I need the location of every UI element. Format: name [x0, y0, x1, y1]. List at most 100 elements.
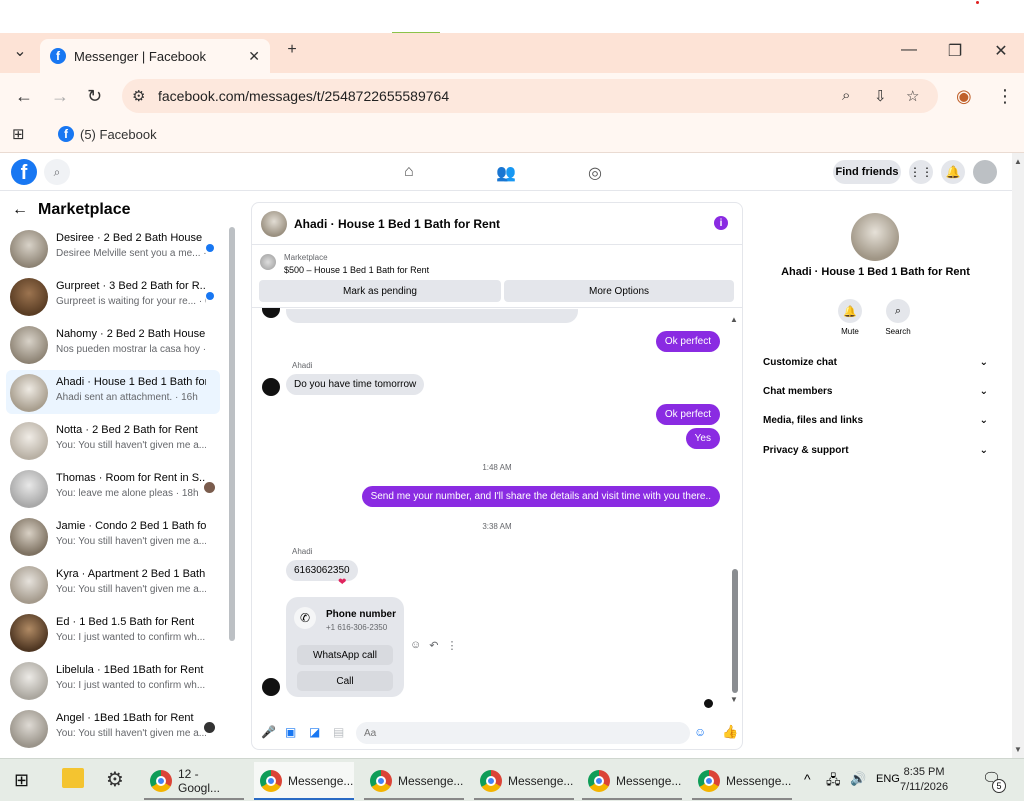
maximize-icon[interactable]: ❐: [940, 41, 970, 61]
avatar: [10, 422, 48, 460]
new-tab-icon[interactable]: +: [277, 41, 307, 59]
message-bubble-incoming[interactable]: Do you have time tomorrow: [286, 374, 425, 395]
conversation-item[interactable]: Kyra · Apartment 2 Bed 1 Bath f... You: …: [6, 562, 220, 606]
menu-grid-icon[interactable]: ⋮⋮: [909, 160, 933, 184]
network-icon[interactable]: 🖧: [826, 771, 841, 793]
notifications-bell-icon[interactable]: 🔔: [941, 160, 965, 184]
conversation-item[interactable]: Thomas · Room for Rent in S... You: leav…: [6, 466, 220, 510]
scroll-down-icon[interactable]: ▼: [730, 695, 738, 704]
search-button[interactable]: ⌕ Search: [878, 299, 918, 336]
friends-icon[interactable]: 👥: [496, 163, 516, 183]
omnibox[interactable]: ⚙ facebook.com/messages/t/25487226555897…: [122, 79, 938, 113]
avatar[interactable]: [261, 211, 287, 237]
taskbar-chrome-messenger[interactable]: Messenge...: [364, 762, 464, 800]
message-bubble-outgoing[interactable]: Yes: [685, 428, 720, 449]
forward-icon[interactable]: →: [51, 86, 69, 107]
chat-scrollbar[interactable]: [732, 569, 738, 693]
browser-tab[interactable]: f Messenger | Facebook ✕: [40, 39, 270, 73]
conversation-item[interactable]: Angel · 1Bed 1Bath for Rent You: You sti…: [6, 706, 220, 750]
taskbar-chrome-messenger-active[interactable]: Messenge...: [254, 762, 354, 800]
running-indicator: [692, 798, 792, 800]
emoji-icon[interactable]: ☺: [694, 725, 706, 739]
apps-grid-icon[interactable]: ⊞: [12, 125, 25, 143]
conversation-item-selected[interactable]: Ahadi · House 1 Bed 1 Bath for ... Ahadi…: [6, 370, 220, 414]
scroll-up-icon[interactable]: ▲: [1014, 157, 1022, 166]
reload-icon[interactable]: ↻: [87, 86, 102, 107]
back-icon[interactable]: ←: [15, 86, 33, 107]
conversation-item[interactable]: Notta · 2 Bed 2 Bath for Rent You: You s…: [6, 418, 220, 462]
message-bubble-outgoing[interactable]: Ok perfect: [655, 404, 720, 425]
mute-button[interactable]: 🔔 Mute: [830, 299, 870, 336]
volume-icon[interactable]: 🔊: [850, 771, 866, 787]
react-emoji-icon[interactable]: ☺: [410, 639, 421, 652]
message-bubble-outgoing[interactable]: Send me your number, and I'll share the …: [361, 486, 720, 507]
menu-dots-icon[interactable]: ⋮: [996, 86, 1014, 107]
conversation-item[interactable]: Ed · 1 Bed 1.5 Bath for Rent You: I just…: [6, 610, 220, 654]
taskbar-chrome-messenger[interactable]: Messenge...: [474, 762, 574, 800]
bookmark-facebook[interactable]: f (5) Facebook: [58, 126, 157, 142]
call-button[interactable]: Call: [297, 671, 393, 691]
taskbar-chrome-messenger[interactable]: Messenge...: [692, 762, 792, 800]
info-icon[interactable]: i: [714, 216, 728, 230]
windows-taskbar: ⊞ ⚙ 12 - Googl... Messenge... Messenge..…: [0, 758, 1024, 801]
page-scrollbar[interactable]: ▲ ▼: [1012, 153, 1024, 758]
zoom-icon[interactable]: ⌕: [842, 87, 850, 104]
windows-start-icon[interactable]: ⊞: [14, 770, 29, 791]
search-icon[interactable]: ⌕: [44, 159, 70, 185]
more-icon[interactable]: ⋮: [446, 639, 457, 652]
conversation-item[interactable]: Desiree · 2 Bed 2 Bath House ... Desiree…: [6, 226, 220, 270]
timestamp: 1:48 AM: [482, 463, 512, 472]
reply-icon[interactable]: ↶: [429, 639, 438, 652]
taskbar-chrome-google[interactable]: 12 - Googl...: [144, 762, 244, 800]
profile-icon[interactable]: ◉: [956, 86, 972, 107]
close-tab-icon[interactable]: ✕: [248, 48, 260, 65]
taskbar-chrome-messenger[interactable]: Messenge...: [582, 762, 682, 800]
conversation-name: Gurpreet · 3 Bed 2 Bath for R...: [56, 280, 206, 292]
avatar[interactable]: [851, 213, 899, 261]
listing-price[interactable]: $500 – House 1 Bed 1 Bath for Rent: [284, 265, 429, 275]
sticker-icon[interactable]: ◪: [309, 725, 320, 739]
chevron-up-icon[interactable]: ^: [804, 771, 811, 787]
home-icon[interactable]: ⌂: [404, 163, 414, 181]
gif-icon[interactable]: ▤: [333, 725, 344, 739]
conversation-item[interactable]: Gurpreet · 3 Bed 2 Bath for R... Gurpree…: [6, 274, 220, 318]
site-info-icon[interactable]: ⚙: [132, 87, 145, 105]
language-indicator[interactable]: ENG: [876, 773, 900, 785]
mark-as-pending-button[interactable]: Mark as pending: [259, 280, 501, 302]
facebook-logo-icon[interactable]: f: [11, 159, 37, 185]
whatsapp-call-button[interactable]: WhatsApp call: [297, 645, 393, 665]
tab-search-icon[interactable]: ⌄: [5, 41, 35, 61]
minimize-icon[interactable]: —: [894, 41, 924, 59]
microphone-icon[interactable]: 🎤: [261, 725, 276, 739]
more-options-button[interactable]: More Options: [504, 280, 734, 302]
conversation-list-scrollbar[interactable]: [229, 227, 235, 641]
heart-reaction-icon[interactable]: ❤: [338, 577, 346, 588]
section-label: Chat members: [763, 386, 833, 397]
section-customize-chat[interactable]: Customize chat ⌄: [763, 357, 988, 368]
message-bubble-outgoing[interactable]: Ok perfect: [655, 331, 720, 352]
find-friends-button[interactable]: Find friends: [833, 160, 901, 184]
groups-icon[interactable]: ◎: [588, 163, 602, 183]
file-explorer-icon[interactable]: [62, 768, 84, 788]
close-window-icon[interactable]: ✕: [986, 41, 1016, 61]
message-bubble-incoming[interactable]: 6163062350: [286, 560, 358, 581]
avatar: [10, 326, 48, 364]
system-clock[interactable]: 8:35 PM 7/11/2026: [900, 765, 948, 795]
section-chat-members[interactable]: Chat members ⌄: [763, 386, 988, 397]
conversation-item[interactable]: Jamie · Condo 2 Bed 1 Bath for ... You: …: [6, 514, 220, 558]
install-icon[interactable]: ⇩: [874, 87, 887, 105]
scroll-down-icon[interactable]: ▼: [1014, 745, 1022, 754]
message-input[interactable]: [356, 722, 690, 744]
settings-gear-icon[interactable]: ⚙: [106, 767, 124, 792]
photo-icon[interactable]: ▣: [285, 725, 296, 739]
chat-title[interactable]: Ahadi · House 1 Bed 1 Bath for Rent: [294, 217, 500, 231]
scroll-up-icon[interactable]: ▲: [730, 315, 738, 324]
conversation-item[interactable]: Nahomy · 2 Bed 2 Bath House f... Nos pue…: [6, 322, 220, 366]
back-arrow-icon[interactable]: ←: [12, 201, 28, 219]
section-media-files-links[interactable]: Media, files and links ⌄: [763, 415, 988, 426]
thumbs-up-icon[interactable]: 👍: [722, 724, 738, 740]
conversation-item[interactable]: Libelula · 1Bed 1Bath for Rent You: I ju…: [6, 658, 220, 702]
bookmark-star-icon[interactable]: ☆: [906, 87, 919, 105]
avatar[interactable]: [973, 160, 997, 184]
section-privacy-support[interactable]: Privacy & support ⌄: [763, 445, 988, 456]
